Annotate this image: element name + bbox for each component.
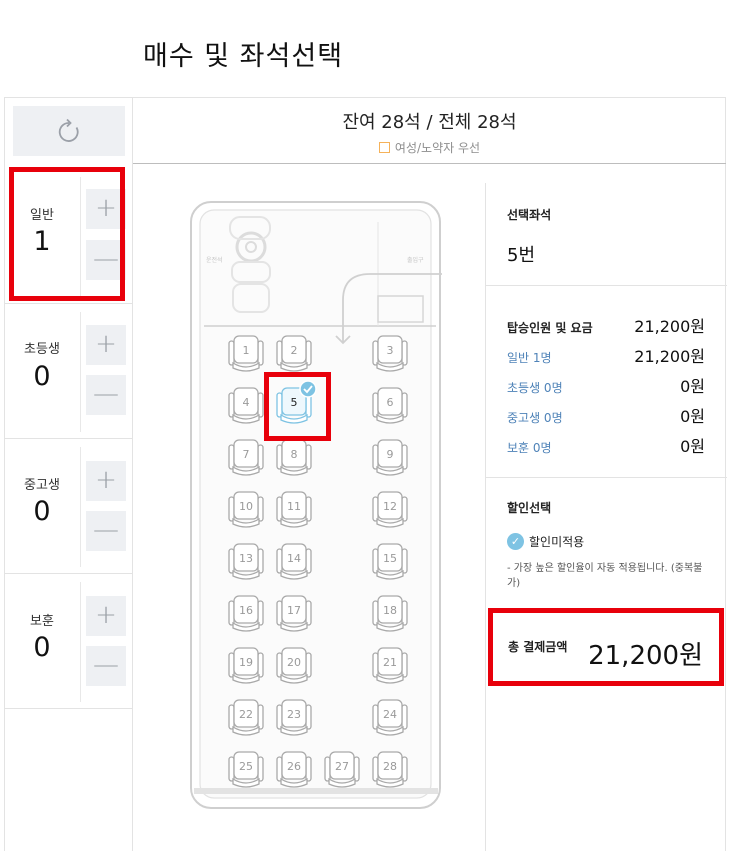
seat-number: 11 bbox=[287, 500, 301, 513]
seat-number: 17 bbox=[287, 604, 301, 617]
fare-section: 탑승인원 및 요금 21,200원 일반 1명 21,200원 초등생 0명 0… bbox=[486, 286, 727, 478]
selected-seat-title: 선택좌석 bbox=[507, 208, 552, 222]
counter-veteran: 보훈 0 + — bbox=[4, 574, 132, 709]
fare-total: 21,200원 bbox=[634, 317, 705, 336]
check-icon: ✓ bbox=[507, 533, 524, 550]
booking-info-column: 선택좌석 5번 탑승인원 및 요금 21,200원 일반 1명 21,200원 … bbox=[485, 183, 727, 851]
seat-number: 12 bbox=[383, 500, 397, 513]
seat-number: 27 bbox=[335, 760, 349, 773]
counter-value: 0 bbox=[33, 632, 51, 663]
seat-number: 28 bbox=[383, 760, 397, 773]
legend-label: 여성/노약자 우선 bbox=[394, 141, 481, 155]
seat-number: 25 bbox=[239, 760, 253, 773]
discount-note: - 가장 높은 할인율이 자동 적용됩니다. (중복불가) bbox=[507, 563, 703, 589]
decrease-button[interactable]: — bbox=[86, 240, 126, 280]
counter-label: 보훈 bbox=[30, 614, 54, 629]
total-payment: 총 결제금액 21,200원 bbox=[488, 608, 724, 686]
increase-button[interactable]: + bbox=[86, 461, 126, 501]
seat-number: 1 bbox=[243, 344, 250, 357]
fare-row-general: 일반 1명 21,200원 bbox=[507, 343, 705, 367]
fare-value: 0원 bbox=[680, 407, 705, 426]
fare-row-secondary: 중고생 0명 0원 bbox=[507, 403, 705, 427]
fare-row-elementary: 초등생 0명 0원 bbox=[507, 373, 705, 397]
fare-row-veteran: 보훈 0명 0원 bbox=[507, 433, 705, 457]
seat-number: 2 bbox=[291, 344, 298, 357]
seat-number: 6 bbox=[387, 396, 394, 409]
seat-number: 26 bbox=[287, 760, 301, 773]
seat-number: 16 bbox=[239, 604, 253, 617]
increase-button[interactable]: + bbox=[86, 596, 126, 636]
seat-number: 18 bbox=[383, 604, 397, 617]
seat-number: 9 bbox=[387, 448, 394, 461]
passenger-counter-column: 일반 1 + — 초등생 0 + — 중고생 0 + — 보훈 0 + — bbox=[4, 97, 133, 851]
page-title: 매수 및 좌석선택 bbox=[143, 41, 344, 72]
seat-number: 21 bbox=[383, 656, 397, 669]
increase-button[interactable]: + bbox=[86, 189, 126, 229]
seat-number: 19 bbox=[239, 656, 253, 669]
fare-title: 탑승인원 및 요금 bbox=[507, 321, 593, 335]
fare-header-row: 탑승인원 및 요금 21,200원 bbox=[507, 313, 705, 337]
total-label: 총 결제금액 bbox=[508, 640, 568, 654]
counter-label: 일반 bbox=[30, 208, 54, 223]
counter-label: 중고생 bbox=[24, 478, 60, 493]
fare-label: 일반 1명 bbox=[507, 351, 552, 365]
seat-number: 8 bbox=[291, 448, 298, 461]
seat-number: 7 bbox=[243, 448, 250, 461]
door-label: 출입구 bbox=[407, 256, 424, 264]
fare-value: 21,200원 bbox=[634, 347, 705, 366]
reset-button[interactable] bbox=[13, 106, 125, 156]
bus-seat-map: 운전석 출입구 1 2 3 4 5 6 7 8 9 10 11 12 13 14 15 16 17 18 19 20 2… bbox=[190, 200, 456, 810]
discount-option[interactable]: ✓ 할인미적용 bbox=[507, 533, 584, 550]
seat-summary: 잔여 28석 / 전체 28석 여성/노약자 우선 bbox=[133, 97, 726, 164]
priority-box-icon bbox=[378, 142, 390, 153]
fare-value: 0원 bbox=[680, 377, 705, 396]
selected-seat-value: 5번 bbox=[507, 245, 536, 266]
seat-check-icon bbox=[299, 380, 317, 398]
seat-number: 15 bbox=[383, 552, 397, 565]
counter-general: 일반 1 + — bbox=[4, 169, 132, 304]
fare-value: 0원 bbox=[680, 437, 705, 456]
fare-label: 초등생 0명 bbox=[507, 381, 563, 395]
women-priority-legend: 여성/노약자 우선 bbox=[133, 139, 726, 156]
increase-button[interactable]: + bbox=[86, 325, 126, 365]
decrease-button[interactable]: — bbox=[86, 375, 126, 415]
counter-label: 초등생 bbox=[24, 342, 60, 357]
counter-value: 0 bbox=[33, 361, 51, 392]
decrease-button[interactable]: — bbox=[86, 511, 126, 551]
counter-value: 0 bbox=[33, 496, 51, 527]
total-value: 21,200원 bbox=[588, 641, 703, 671]
seat-number: 23 bbox=[287, 708, 301, 721]
decrease-button[interactable]: — bbox=[86, 646, 126, 686]
seat-number: 20 bbox=[287, 656, 301, 669]
discount-option-label: 할인미적용 bbox=[529, 535, 585, 549]
counter-elementary: 초등생 0 + — bbox=[4, 304, 132, 439]
seat-number: 3 bbox=[387, 344, 394, 357]
seat-number: 22 bbox=[239, 708, 253, 721]
bus-diagram: 운전석 출입구 1 2 34 5 67 8 910 11 1213 14 1516 17 1819 20 2… bbox=[190, 201, 456, 809]
seat-number: 24 bbox=[383, 708, 397, 721]
fare-label: 중고생 0명 bbox=[507, 411, 563, 425]
counter-secondary: 중고생 0 + — bbox=[4, 439, 132, 574]
driver-label: 운전석 bbox=[206, 256, 223, 264]
seat-number: 14 bbox=[287, 552, 301, 565]
seat-number: 13 bbox=[239, 552, 253, 565]
selected-seat-section: 선택좌석 5번 bbox=[486, 183, 727, 286]
fare-label: 보훈 0명 bbox=[507, 441, 552, 455]
discount-title: 할인선택 bbox=[507, 501, 552, 515]
remaining-seats: 잔여 28석 / 전체 28석 bbox=[342, 112, 517, 133]
refresh-icon bbox=[58, 118, 79, 142]
counter-value: 1 bbox=[33, 226, 51, 257]
seat-number: 10 bbox=[239, 500, 253, 513]
seat-number: 5 bbox=[291, 396, 298, 409]
seat-number: 4 bbox=[243, 396, 250, 409]
